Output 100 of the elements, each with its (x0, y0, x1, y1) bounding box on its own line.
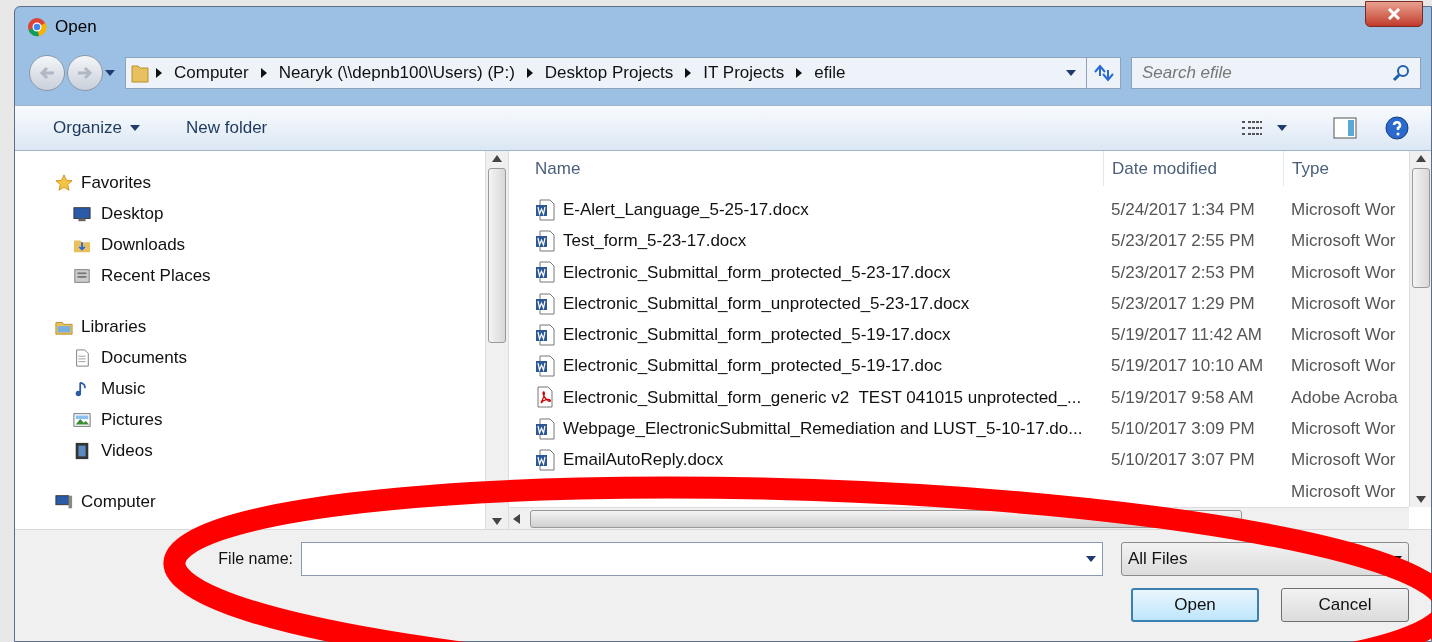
type-cell-text: Microsoft Wor (1290, 261, 1397, 284)
open-button[interactable]: Open (1131, 588, 1259, 622)
scroll-up-icon[interactable] (1415, 155, 1426, 162)
word-document-icon (535, 198, 555, 221)
date-cell-text: 5/23/2017 2:55 PM (1110, 230, 1256, 253)
word-document-icon (535, 417, 555, 440)
search-icon (1392, 64, 1410, 82)
cancel-button[interactable]: Cancel (1281, 588, 1409, 622)
breadcrumb-item[interactable]: Desktop Projects (544, 60, 674, 86)
caret-icon (1277, 125, 1287, 131)
type-cell-text: Microsoft Wor (1290, 198, 1397, 221)
date-cell-text: 5/19/2017 11:42 AM (1110, 324, 1263, 347)
file-name-cell[interactable]: Webpage_ElectronicSubmittal_Remediation and LUST_5-10-17.do... (509, 416, 1103, 442)
nav-item[interactable]: Music (55, 373, 485, 404)
word-document-icon (535, 449, 555, 472)
file-name-cell[interactable]: Electronic_Submittal_form_unprotected_5-23-17.docx (509, 290, 1103, 317)
nav-group-header[interactable]: Libraries (55, 311, 485, 342)
type-cell-text: Microsoft Wor (1290, 292, 1397, 315)
search-input[interactable]: Search efile (1142, 60, 1392, 86)
nav-item[interactable]: Pictures (55, 404, 485, 435)
word-document-icon (535, 323, 555, 346)
file-name-cell[interactable]: E-Alert_Language_5-25-17.docx (509, 196, 1103, 223)
chevron-icon (260, 68, 267, 78)
date-cell-text: 5/19/2017 9:58 AM (1110, 386, 1255, 409)
back-button[interactable] (29, 55, 65, 91)
type-cell-text: Microsoft Wor (1290, 418, 1397, 440)
help-icon[interactable] (1385, 116, 1409, 140)
window-title: Open (55, 16, 97, 39)
file-name-cell[interactable]: Electronic_Submittal_form_generic v2 TEST 041015 unprotected_... (509, 384, 1103, 411)
scroll-up-icon[interactable] (492, 155, 502, 162)
document-icon (73, 348, 91, 367)
date-cell-text: 5/23/2017 2:53 PM (1110, 261, 1256, 284)
nav-group-header[interactable]: Computer (55, 486, 485, 517)
breadcrumb-item[interactable]: IT Projects (703, 60, 785, 86)
word-document-icon (535, 229, 555, 252)
picture-icon (73, 410, 91, 429)
nav-item[interactable]: Downloads (55, 229, 485, 260)
scroll-down-icon[interactable] (1415, 496, 1426, 503)
close-button[interactable] (1365, 1, 1423, 27)
nav-item[interactable]: Desktop (55, 198, 485, 229)
chevron-icon (526, 68, 533, 78)
back-arrow-icon (39, 66, 55, 80)
preview-pane-icon[interactable] (1333, 117, 1357, 139)
word-document-icon (535, 292, 555, 315)
forward-button[interactable] (67, 55, 103, 91)
organize-button[interactable]: Organize (53, 115, 140, 141)
chevron-icon (685, 68, 692, 78)
pdf-document-icon (535, 386, 555, 409)
type-cell-text: Adobe Acroba (1290, 386, 1399, 409)
column-header[interactable]: Date modified (1103, 151, 1283, 187)
breadcrumb-item[interactable]: Computer (174, 60, 249, 86)
column-header[interactable]: Name (509, 151, 1103, 187)
breadcrumb-item[interactable]: efile (814, 60, 846, 86)
chevron-icon (796, 68, 803, 78)
nav-item[interactable]: Videos (55, 435, 485, 466)
history-caret-icon (105, 70, 115, 76)
scrollbar[interactable] (1409, 151, 1431, 507)
nav-group-header[interactable]: Favorites (55, 167, 485, 198)
dropdown-caret-icon (1066, 70, 1076, 76)
chevron-icon (156, 68, 162, 78)
list-view-icon (1241, 119, 1263, 137)
date-cell-text: 5/23/2017 1:29 PM (1110, 292, 1256, 315)
type-cell-text: Microsoft Wor (1290, 449, 1397, 472)
file-name-cell[interactable]: Electronic_Submittal_form_protected_5-23-17.docx (509, 259, 1103, 285)
nav-item[interactable]: Recent Places (55, 260, 485, 291)
caret-icon (130, 125, 140, 131)
scroll-down-icon[interactable] (492, 518, 502, 525)
type-cell-text: Microsoft Wor (1290, 230, 1397, 253)
breadcrumb-item[interactable]: Nearyk (\\depnb100\Users) (P:) (278, 60, 515, 86)
file-name-label: File name: (217, 549, 294, 569)
date-cell-text: 5/10/2017 3:07 PM (1110, 449, 1256, 472)
file-name-cell[interactable]: Electronic_Submittal_form_protected_5-19-17.docx (509, 322, 1103, 348)
close-icon (1387, 8, 1401, 20)
monitor-icon (73, 204, 91, 223)
star-icon (55, 173, 73, 192)
scroll-thumb[interactable] (1411, 168, 1430, 288)
address-bar[interactable]: Computer Nearyk (\\depnb100\Users) (P:) Desktop Projects IT Projects efile (125, 57, 1121, 89)
file-name-cell[interactable]: Electronic_Submittal_form_protected_5-19-17.doc (509, 353, 1103, 379)
scrollbar[interactable] (485, 151, 509, 529)
file-name-cell[interactable]: Test_form_5-23-17.docx (509, 228, 1103, 254)
scroll-thumb[interactable] (488, 168, 506, 343)
search-field[interactable]: Search efile (1131, 57, 1421, 89)
dropdown-caret-icon (1086, 556, 1096, 562)
date-cell-text: 5/10/2017 3:09 PM (1110, 418, 1256, 440)
word-document-icon (535, 355, 555, 378)
file-name-cell[interactable]: EmailAutoReply.docx (509, 447, 1103, 473)
file-name-field[interactable] (301, 542, 1103, 576)
scroll-left-icon[interactable] (513, 513, 520, 524)
computer-icon (55, 492, 73, 511)
view-options-button[interactable] (1241, 119, 1287, 137)
word-document-icon (535, 261, 555, 284)
forward-arrow-icon (77, 66, 93, 80)
nav-item[interactable]: Documents (55, 342, 485, 373)
date-cell-text: 5/24/2017 1:34 PM (1110, 198, 1256, 221)
new-folder-button[interactable]: New folder (186, 115, 268, 141)
date-cell-text: 5/19/2017 10:10 AM (1110, 355, 1265, 378)
refresh-arrows-icon (1092, 64, 1115, 82)
film-icon (73, 441, 91, 460)
type-cell-text: Microsoft Wor (1290, 324, 1397, 347)
type-cell-text: Microsoft Wor (1290, 355, 1397, 378)
